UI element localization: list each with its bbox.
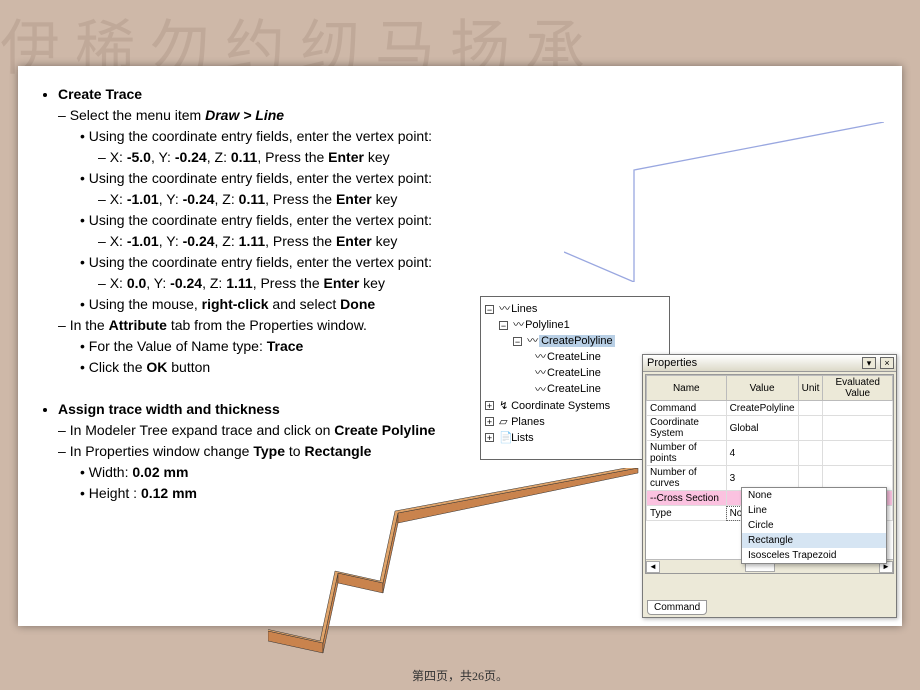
tree-node-createline[interactable]: 〰CreateLine (485, 349, 665, 365)
close-icon[interactable]: × (880, 357, 894, 369)
col-eval[interactable]: Evaluated Value (823, 376, 893, 401)
step-expand: In Modeler Tree expand trace and click o… (76, 420, 435, 441)
option-rectangle[interactable]: Rectangle (742, 533, 886, 548)
plane-icon: ▱ (499, 414, 511, 430)
option-circle[interactable]: Circle (742, 518, 886, 533)
coord-values-1: X: -1.01, Y: -0.24, Z: 0.11, Press the E… (112, 189, 435, 210)
type-dropdown[interactable]: None Line Circle Rectangle Isosceles Tra… (741, 487, 887, 564)
tab-command[interactable]: Command (647, 600, 707, 615)
expand-icon[interactable]: + (485, 433, 494, 442)
step-done: Using the mouse, right-click and select … (94, 294, 435, 315)
coord-values-3: X: 0.0, Y: -0.24, Z: 1.11, Press the Ent… (112, 273, 435, 294)
line-icon: 〰 (535, 365, 547, 381)
tree-node-polyline[interactable]: − 〰Polyline1 (485, 317, 665, 333)
heading-create-trace: Create Trace (58, 86, 142, 102)
line-icon: 〰 (535, 349, 547, 365)
coord-step-0: Using the coordinate entry fields, enter… (94, 126, 435, 168)
properties-window: Properties ▾ × Name Value Unit Evaluated… (642, 354, 897, 618)
slide: Create Trace Select the menu item Draw >… (18, 66, 902, 626)
tree-node-planes[interactable]: + ▱Planes (485, 414, 665, 430)
expand-icon[interactable]: + (485, 417, 494, 426)
axes-icon: ↯ (499, 398, 511, 414)
line-icon: 〰 (535, 382, 547, 398)
properties-title-text: Properties (647, 357, 697, 369)
properties-grid: Name Value Unit Evaluated Value CommandC… (645, 374, 894, 574)
coord-values-0: X: -5.0, Y: -0.24, Z: 0.11, Press the En… (112, 147, 435, 168)
polyline-diagram (564, 122, 884, 282)
properties-tabbar: Command (647, 600, 707, 615)
slide-text: Create Trace Select the menu item Draw >… (40, 84, 435, 504)
tree-node-coords[interactable]: + ↯Coordinate Systems (485, 398, 665, 414)
tree-node-createpolyline[interactable]: − 〰CreatePolyline (485, 333, 665, 349)
pin-icon[interactable]: ▾ (862, 357, 876, 369)
heading-assign: Assign trace width and thickness (58, 401, 280, 417)
option-none[interactable]: None (742, 488, 886, 503)
collapse-icon[interactable]: − (485, 305, 494, 314)
properties-titlebar[interactable]: Properties ▾ × (643, 355, 896, 372)
prop-row[interactable]: Coordinate SystemGlobal (647, 416, 893, 441)
scroll-left-icon[interactable]: ◄ (646, 561, 660, 573)
option-line[interactable]: Line (742, 503, 886, 518)
coord-step-3: Using the coordinate entry fields, enter… (94, 252, 435, 294)
coord-step-2: Using the coordinate entry fields, enter… (94, 210, 435, 252)
prop-row[interactable]: CommandCreatePolyline (647, 401, 893, 416)
col-unit[interactable]: Unit (798, 376, 823, 401)
line-icon: 〰 (527, 333, 539, 349)
tree-node-lists[interactable]: + 📄Lists (485, 430, 665, 446)
trace-3d-diagram (268, 468, 648, 658)
step-attribute: In the Attribute tab from the Properties… (76, 315, 435, 378)
col-value[interactable]: Value (726, 376, 798, 401)
collapse-icon[interactable]: − (513, 337, 522, 346)
tree-node-createline[interactable]: 〰CreateLine (485, 381, 665, 397)
tree-node-createline[interactable]: 〰CreateLine (485, 365, 665, 381)
step-name: For the Value of Name type: Trace (94, 336, 435, 357)
coord-step-1: Using the coordinate entry fields, enter… (94, 168, 435, 210)
expand-icon[interactable]: + (485, 401, 494, 410)
prop-row[interactable]: Number of points4 (647, 441, 893, 466)
line-icon: 〰 (499, 301, 511, 317)
collapse-icon[interactable]: − (499, 321, 508, 330)
coord-values-2: X: -1.01, Y: -0.24, Z: 1.11, Press the E… (112, 231, 435, 252)
list-icon: 📄 (499, 430, 511, 446)
page-footer: 第四页，共26页。 (0, 667, 920, 684)
tree-node-lines[interactable]: − 〰Lines (485, 301, 665, 317)
step-ok: Click the OK button (94, 357, 435, 378)
line-icon: 〰 (513, 317, 525, 333)
col-name[interactable]: Name (647, 376, 727, 401)
step-menu: Select the menu item Draw > Line Using t… (76, 105, 435, 315)
option-iso-trap[interactable]: Isosceles Trapezoid (742, 548, 886, 563)
